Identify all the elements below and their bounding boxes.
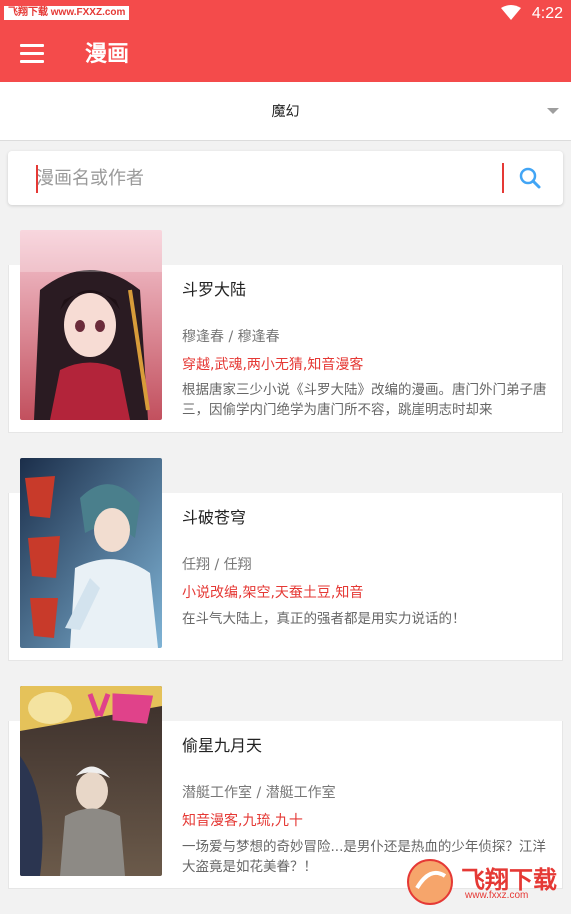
comic-title[interactable]: 偷星九月天 bbox=[182, 735, 262, 757]
comic-cover-image[interactable] bbox=[20, 230, 162, 420]
search-bar bbox=[8, 151, 563, 205]
comic-cover-image[interactable] bbox=[20, 686, 162, 876]
comic-tags: 知音漫客,九琉,九十 bbox=[182, 813, 303, 829]
logo-mark-icon bbox=[407, 859, 453, 905]
search-divider bbox=[502, 163, 504, 193]
search-icon[interactable] bbox=[513, 164, 549, 192]
category-dropdown[interactable]: 魔幻 bbox=[0, 82, 571, 141]
app-bar: 漫画 bbox=[0, 28, 571, 82]
comic-title[interactable]: 斗罗大陆 bbox=[182, 279, 246, 301]
search-input[interactable] bbox=[36, 164, 496, 192]
comic-cover-image[interactable] bbox=[20, 458, 162, 648]
wifi-icon bbox=[501, 5, 521, 20]
comic-tags: 穿越,武魂,两小无猜,知音漫客 bbox=[182, 357, 364, 373]
comic-author: 潜艇工作室 / 潜艇工作室 bbox=[182, 785, 336, 801]
hamburger-menu-icon[interactable] bbox=[20, 44, 44, 64]
watermark-logo-url: www.fxxz.com bbox=[465, 890, 529, 901]
watermark-badge: 飞翔下载 www.FXXZ.com bbox=[4, 6, 130, 20]
comic-title[interactable]: 斗破苍穹 bbox=[182, 507, 246, 529]
comic-author: 任翔 / 任翔 bbox=[182, 557, 252, 573]
status-clock: 4:22 bbox=[531, 5, 563, 22]
status-bar: 飞翔下载 www.FXXZ.com 4:22 bbox=[0, 0, 571, 28]
category-selected-value: 魔幻 bbox=[271, 104, 300, 120]
comic-tags: 小说改编,架空,天蚕土豆,知音 bbox=[182, 585, 364, 601]
chevron-down-icon bbox=[547, 108, 559, 114]
watermark-logo: 飞翔下载 www.fxxz.com bbox=[405, 858, 561, 906]
comic-author: 穆逢春 / 穆逢春 bbox=[182, 329, 280, 345]
comic-description: 在斗气大陆上，真正的强者都是用实力说话的！ bbox=[182, 611, 466, 627]
comic-description: 根据唐家三少小说《斗罗大陆》改编的漫画。唐门外门弟子唐三，因偷学内门绝学为唐门所… bbox=[182, 382, 547, 418]
text-cursor bbox=[36, 165, 38, 193]
page-title: 漫画 bbox=[85, 42, 130, 67]
